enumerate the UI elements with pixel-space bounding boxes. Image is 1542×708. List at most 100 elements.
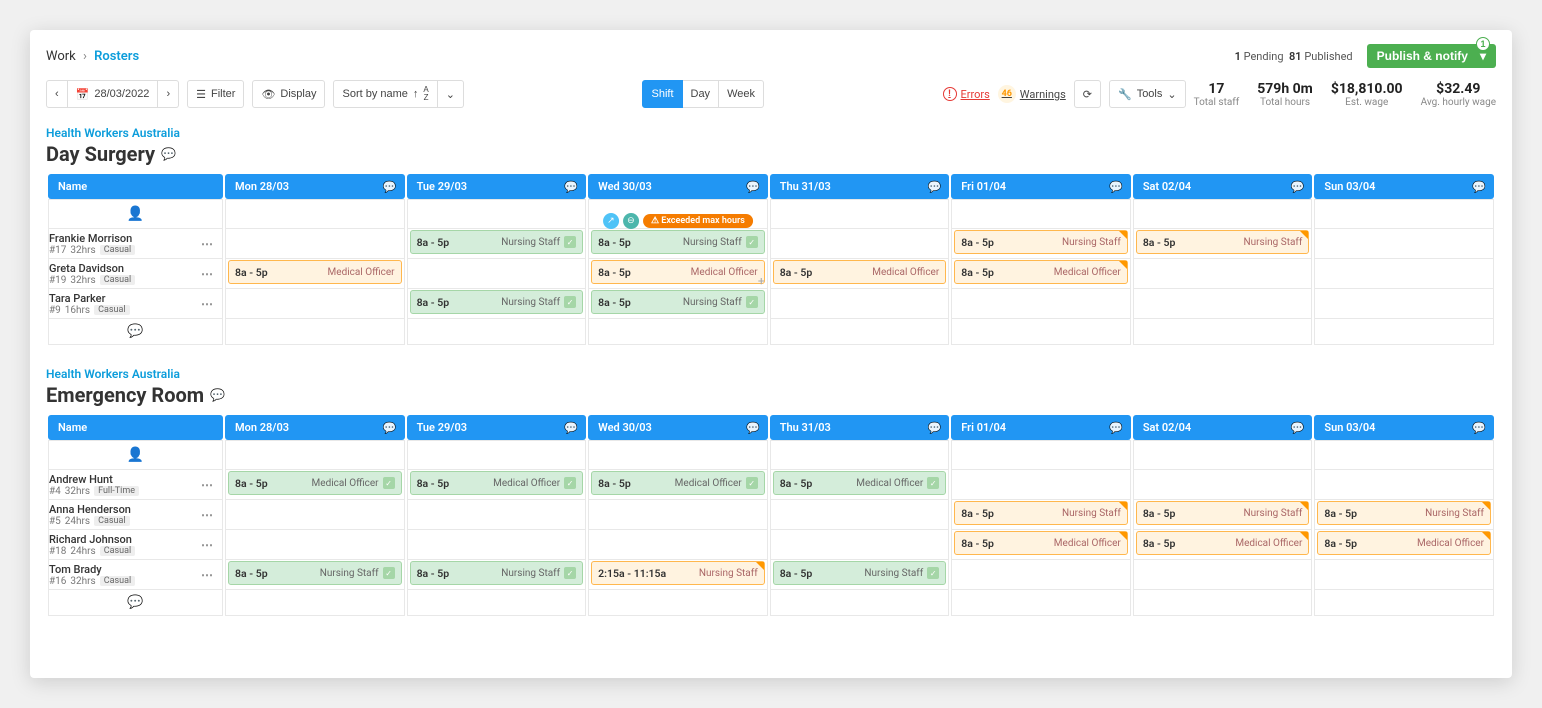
day-cell[interactable] xyxy=(407,500,587,530)
day-cell[interactable]: 8a - 5pNursing Staff xyxy=(1314,500,1494,530)
day-cell[interactable]: 8a - 5pNursing Staff xyxy=(951,229,1131,259)
view-shift[interactable]: Shift xyxy=(642,80,682,108)
day-cell[interactable] xyxy=(225,500,405,530)
day-cell[interactable] xyxy=(407,530,587,560)
tools-button[interactable]: 🔧 Tools ⌄ xyxy=(1109,80,1186,108)
day-cell[interactable] xyxy=(770,530,950,560)
refresh-button[interactable]: ⟳ xyxy=(1074,80,1101,108)
empty-cell[interactable] xyxy=(770,319,950,345)
shift-card[interactable]: 8a - 5pNursing Staff xyxy=(1136,501,1310,525)
day-cell[interactable] xyxy=(951,560,1131,590)
day-cell[interactable]: 8a - 5pMedical Officer✓ xyxy=(225,470,405,500)
shift-card[interactable]: 2:15a - 11:15aNursing Staff xyxy=(591,561,765,585)
chat-icon[interactable]: 💬 xyxy=(564,421,578,434)
chat-icon[interactable]: 💬 xyxy=(746,421,760,434)
chat-icon[interactable]: 💬 xyxy=(564,180,578,193)
day-cell[interactable]: 8a - 5pNursing Staff✓↗⊖⚠ Exceeded max ho… xyxy=(588,229,768,259)
display-button[interactable]: 👁 Display xyxy=(252,80,325,108)
more-icon[interactable]: ⋯ xyxy=(201,297,214,311)
chat-icon[interactable]: 💬 xyxy=(161,147,176,161)
empty-cell[interactable] xyxy=(770,199,950,229)
day-cell[interactable] xyxy=(770,500,950,530)
day-cell[interactable]: 8a - 5pMedical Officer xyxy=(1314,530,1494,560)
chat-icon[interactable]: 💬 xyxy=(1109,180,1123,193)
day-cell[interactable]: 8a - 5pNursing Staff✓ xyxy=(407,289,587,319)
empty-cell[interactable] xyxy=(1133,199,1313,229)
shift-card[interactable]: 8a - 5pNursing Staff✓ xyxy=(410,290,584,314)
day-cell[interactable] xyxy=(588,530,768,560)
empty-cell[interactable] xyxy=(1133,440,1313,470)
shift-card[interactable]: 8a - 5pNursing Staff✓ xyxy=(773,561,947,585)
day-cell[interactable]: 8a - 5pNursing Staff xyxy=(1133,500,1313,530)
col-header-day[interactable]: Wed 30/03💬 xyxy=(588,174,768,199)
view-week[interactable]: Week xyxy=(719,80,764,108)
day-cell[interactable] xyxy=(588,500,768,530)
col-header-day[interactable]: Sun 03/04💬 xyxy=(1314,415,1494,440)
unassigned-icon[interactable]: 👤 xyxy=(48,440,223,470)
col-header-day[interactable]: Sun 03/04💬 xyxy=(1314,174,1494,199)
empty-cell[interactable] xyxy=(588,440,768,470)
shift-card[interactable]: 8a - 5pMedical Officer xyxy=(954,260,1128,284)
org-link[interactable]: Health Workers Australia xyxy=(46,367,1496,381)
shift-card[interactable]: 8a - 5pNursing Staff xyxy=(954,501,1128,525)
day-cell[interactable] xyxy=(1133,560,1313,590)
shift-card[interactable]: 8a - 5pMedical Officer✓ xyxy=(410,471,584,495)
errors-link[interactable]: ! Errors xyxy=(943,87,990,101)
chat-icon[interactable]: 💬 xyxy=(928,180,942,193)
chat-icon[interactable]: 💬 xyxy=(48,319,223,345)
day-cell[interactable]: 8a - 5pNursing Staff✓ xyxy=(407,229,587,259)
chat-icon[interactable]: 💬 xyxy=(383,180,397,193)
shift-card[interactable]: 8a - 5pMedical Officer✓ xyxy=(228,471,402,495)
day-cell[interactable] xyxy=(1314,259,1494,289)
employee-cell[interactable]: Anna Henderson#524hrsCasual⋯ xyxy=(48,500,223,530)
employee-cell[interactable]: Richard Johnson#1824hrsCasual⋯ xyxy=(48,530,223,560)
employee-cell[interactable]: Tara Parker#916hrsCasual⋯ xyxy=(48,289,223,319)
next-button[interactable]: › xyxy=(158,80,179,108)
chat-icon[interactable]: 💬 xyxy=(1109,421,1123,434)
day-cell[interactable] xyxy=(1314,560,1494,590)
add-shift-icon[interactable]: + xyxy=(758,274,765,288)
day-cell[interactable] xyxy=(225,289,405,319)
empty-cell[interactable] xyxy=(1314,590,1494,616)
filter-button[interactable]: ☰ Filter xyxy=(187,80,244,108)
empty-cell[interactable] xyxy=(225,440,405,470)
empty-cell[interactable] xyxy=(225,199,405,229)
shift-card[interactable]: 8a - 5pMedical Officer xyxy=(1317,531,1491,555)
chat-icon[interactable]: 💬 xyxy=(48,590,223,616)
day-cell[interactable] xyxy=(770,289,950,319)
more-icon[interactable]: ⋯ xyxy=(201,478,214,492)
empty-cell[interactable] xyxy=(407,440,587,470)
day-cell[interactable]: 8a - 5pMedical Officer xyxy=(225,259,405,289)
day-cell[interactable]: 8a - 5pNursing Staff xyxy=(951,500,1131,530)
shift-card[interactable]: 8a - 5pNursing Staff✓ xyxy=(410,561,584,585)
share-icon[interactable]: ↗ xyxy=(603,213,619,229)
day-cell[interactable]: 8a - 5pMedical Officer+ xyxy=(588,259,768,289)
empty-cell[interactable] xyxy=(951,440,1131,470)
breadcrumb-parent[interactable]: Work xyxy=(46,49,76,64)
empty-cell[interactable] xyxy=(951,590,1131,616)
day-cell[interactable]: 8a - 5pMedical Officer✓ xyxy=(770,470,950,500)
shift-card[interactable]: 8a - 5pMedical Officer xyxy=(773,260,947,284)
col-header-day[interactable]: Tue 29/03💬 xyxy=(407,174,587,199)
col-header-day[interactable]: Fri 01/04💬 xyxy=(951,174,1131,199)
shift-card[interactable]: 8a - 5pNursing Staff xyxy=(1136,230,1310,254)
more-icon[interactable]: ⋯ xyxy=(201,508,214,522)
shift-card[interactable]: 8a - 5pNursing Staff xyxy=(1317,501,1491,525)
shift-card[interactable]: 8a - 5pNursing Staff✓↗⊖⚠ Exceeded max ho… xyxy=(591,230,765,254)
chat-icon[interactable]: 💬 xyxy=(746,180,760,193)
chat-icon[interactable]: 💬 xyxy=(928,421,942,434)
day-cell[interactable]: 8a - 5pMedical Officer xyxy=(951,259,1131,289)
shift-card[interactable]: 8a - 5pNursing Staff✓ xyxy=(410,230,584,254)
day-cell[interactable] xyxy=(951,289,1131,319)
prev-button[interactable]: ‹ xyxy=(46,80,68,108)
day-cell[interactable]: 8a - 5pMedical Officer xyxy=(770,259,950,289)
more-icon[interactable]: ⋯ xyxy=(201,568,214,582)
day-cell[interactable]: 8a - 5pNursing Staff xyxy=(1133,229,1313,259)
day-cell[interactable]: 8a - 5pNursing Staff✓ xyxy=(588,289,768,319)
shift-card[interactable]: 8a - 5pMedical Officer xyxy=(1136,531,1310,555)
chat-icon[interactable]: 💬 xyxy=(1291,180,1305,193)
shift-card[interactable]: 8a - 5pMedical Officer xyxy=(591,260,765,284)
chat-icon[interactable]: 💬 xyxy=(383,421,397,434)
day-cell[interactable] xyxy=(951,470,1131,500)
day-cell[interactable]: 8a - 5pMedical Officer xyxy=(1133,530,1313,560)
